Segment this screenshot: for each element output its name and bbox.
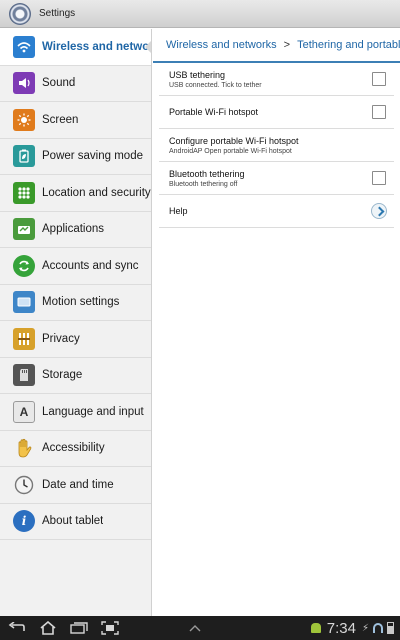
info-icon: i [13, 510, 35, 533]
sidebar-item-label: Motion settings [42, 296, 120, 309]
home-icon[interactable] [37, 619, 59, 637]
configure-hotspot-row[interactable]: Configure portable Wi-Fi hotspot Android… [159, 129, 394, 162]
up-arrow-icon[interactable] [184, 619, 206, 637]
sidebar-item-label: Wireless and networks [42, 40, 151, 53]
settings-list: USB tethering USB connected. Tick to tet… [153, 63, 400, 228]
sidebar-item-label: Storage [42, 369, 83, 382]
brightness-icon [13, 108, 35, 131]
app-title: Settings [39, 8, 76, 19]
sidebar-item-label: Language and input [42, 405, 144, 418]
usb-tethering-row[interactable]: USB tethering USB connected. Tick to tet… [159, 63, 394, 96]
wifi-icon [373, 623, 383, 633]
back-icon[interactable] [6, 619, 28, 637]
row-title: Portable Wi-Fi hotspot [169, 107, 259, 117]
status-area[interactable]: 7:34 ⚡ [310, 619, 394, 637]
clock-time: 7:34 [326, 619, 356, 637]
sidebar-item-wireless[interactable]: Wireless and networks [0, 29, 151, 66]
hand-icon [13, 437, 35, 459]
tablet-motion-icon [13, 291, 35, 314]
help-row[interactable]: Help [159, 195, 394, 228]
sidebar-item-label: About tablet [42, 515, 104, 528]
sidebar-item-location-security[interactable]: Location and security [0, 175, 151, 212]
sidebar-item-label: Date and time [42, 478, 114, 491]
sidebar-item-storage[interactable]: Storage [0, 358, 151, 394]
row-subtitle: USB connected. Tick to tether [169, 81, 262, 89]
location-grid-icon [13, 181, 35, 204]
bluetooth-tethering-checkbox[interactable] [372, 171, 386, 185]
battery-icon [387, 622, 394, 634]
sidebar-item-label: Screen [42, 113, 79, 126]
row-title: Configure portable Wi-Fi hotspot [169, 135, 299, 146]
sidebar-item-accessibility[interactable]: Accessibility [0, 431, 151, 467]
clock-icon [13, 474, 35, 496]
chevron-right-icon[interactable] [371, 203, 387, 219]
breadcrumb-separator: > [283, 39, 291, 51]
sync-icon [13, 254, 35, 277]
sidebar-item-label: Accessibility [42, 442, 105, 455]
sidebar-item-privacy[interactable]: Privacy [0, 321, 151, 358]
sidebar-item-label: Privacy [42, 332, 80, 345]
sidebar-item-accounts-sync[interactable]: Accounts and sync [0, 248, 151, 285]
breadcrumb: Wireless and networks > Tethering and po… [153, 29, 400, 63]
portable-hotspot-row[interactable]: Portable Wi-Fi hotspot [159, 96, 394, 129]
screenshot-icon[interactable] [99, 619, 121, 637]
row-title: USB tethering [169, 69, 226, 80]
settings-gear-icon [9, 2, 31, 25]
sidebar-item-label: Sound [42, 77, 76, 90]
keyboard-a-icon: A [13, 400, 35, 423]
system-bar: 7:34 ⚡ [0, 616, 400, 640]
sidebar-item-language-input[interactable]: A Language and input [0, 394, 151, 431]
bluetooth-tethering-row[interactable]: Bluetooth tethering Bluetooth tethering … [159, 162, 394, 195]
sidebar-item-sound[interactable]: Sound [0, 66, 151, 102]
row-subtitle: AndroidAP Open portable Wi-Fi hotspot [169, 147, 292, 155]
title-bar: Settings [0, 0, 400, 28]
row-title: Bluetooth tethering [169, 168, 245, 179]
sidebar-item-date-time[interactable]: Date and time [0, 467, 151, 504]
row-subtitle: Bluetooth tethering off [169, 180, 238, 188]
sd-card-icon [13, 364, 35, 387]
sidebar-item-screen[interactable]: Screen [0, 102, 151, 139]
breadcrumb-current: Tethering and portable hotspot [297, 39, 400, 51]
row-title: Help [169, 206, 188, 216]
android-icon [310, 623, 321, 633]
usb-tethering-checkbox[interactable] [372, 72, 386, 86]
sidebar-item-label: Accounts and sync [42, 259, 139, 272]
privacy-icon [13, 327, 35, 350]
detail-pane: Wireless and networks > Tethering and po… [153, 29, 400, 616]
battery-leaf-icon [13, 145, 35, 168]
wifi-icon [13, 35, 35, 58]
settings-sidebar: Wireless and networks Sound Screen Power… [0, 29, 152, 616]
breadcrumb-parent[interactable]: Wireless and networks [166, 39, 277, 51]
sidebar-item-label: Applications [42, 223, 105, 236]
sidebar-item-label: Power saving mode [42, 150, 143, 163]
sidebar-item-about-tablet[interactable]: i About tablet [0, 504, 151, 540]
portable-hotspot-checkbox[interactable] [372, 105, 386, 119]
sidebar-item-motion[interactable]: Motion settings [0, 285, 151, 321]
sidebar-item-label: Location and security [42, 186, 151, 199]
recent-apps-icon[interactable] [68, 619, 90, 637]
speaker-icon [13, 72, 35, 95]
usb-icon: ⚡ [361, 622, 369, 634]
sidebar-item-power-saving[interactable]: Power saving mode [0, 139, 151, 175]
applications-icon [13, 218, 35, 241]
sidebar-item-applications[interactable]: Applications [0, 212, 151, 248]
